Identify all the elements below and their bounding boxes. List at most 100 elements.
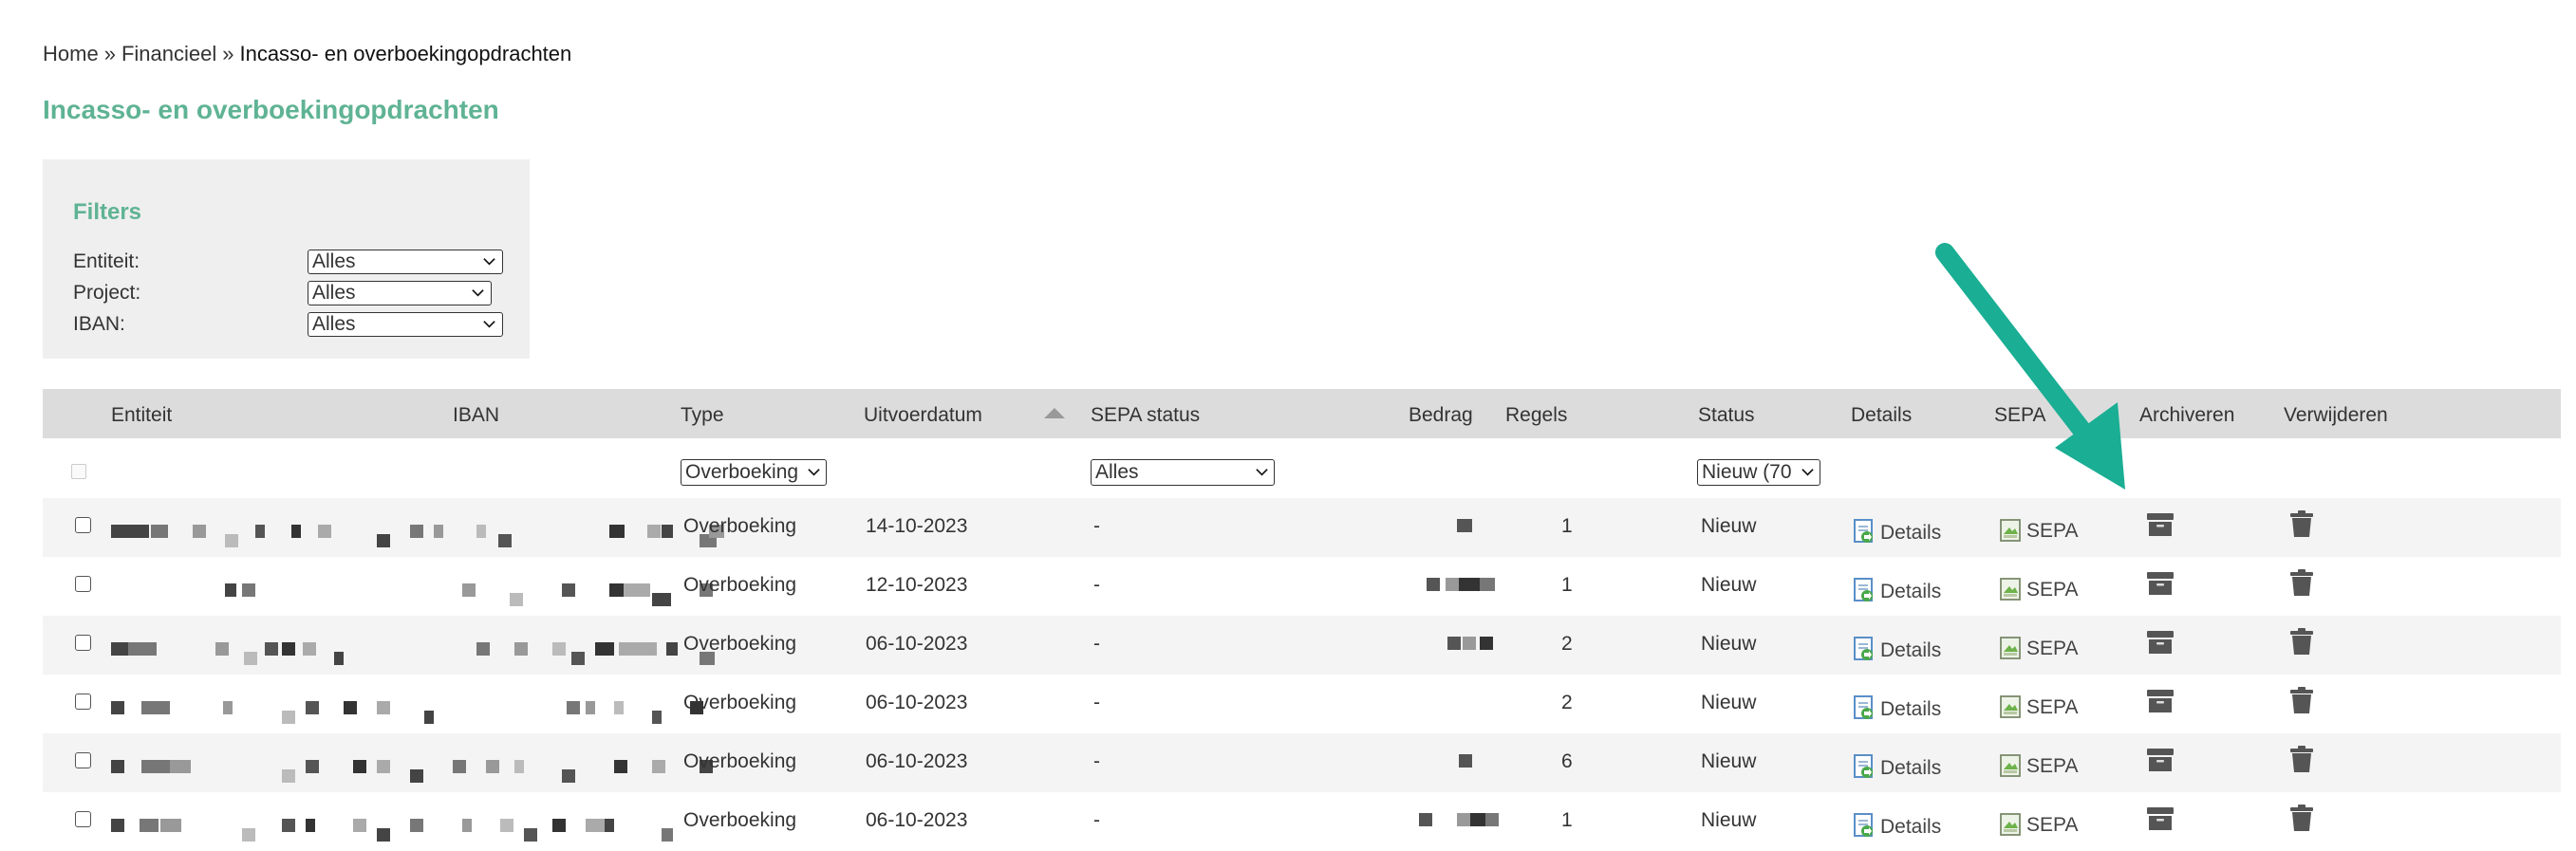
header-bedrag[interactable]: Bedrag	[1409, 404, 1473, 427]
filter-entiteit-select[interactable]: Alles	[308, 250, 503, 274]
archive-box-icon[interactable]	[2146, 688, 2175, 714]
sepa-link-label: SEPA	[2026, 696, 2079, 718]
redaction-block	[223, 701, 233, 714]
redaction-block	[111, 642, 130, 656]
trash-icon[interactable]	[2289, 745, 2314, 773]
details-link[interactable]: Details	[1854, 695, 1941, 721]
sepa-status-filter-select[interactable]: Alles	[1091, 459, 1275, 486]
redaction-block	[1480, 578, 1495, 591]
redaction-block	[434, 525, 443, 538]
redaction-block	[424, 711, 434, 724]
cell-type: Overboeking	[683, 574, 797, 596]
sort-asc-icon[interactable]	[1044, 408, 1065, 418]
details-link[interactable]: Details	[1854, 813, 1941, 839]
redaction-block	[666, 642, 678, 656]
cell-status: Nieuw	[1701, 633, 1757, 655]
details-link[interactable]: Details	[1854, 519, 1941, 545]
filters-panel: Filters Entiteit: Alles Project: Alles I…	[43, 159, 530, 359]
redaction-block	[586, 701, 595, 714]
trash-icon[interactable]	[2289, 686, 2314, 714]
details-link-label: Details	[1880, 639, 1942, 661]
redaction-block	[1459, 578, 1480, 591]
row-checkbox[interactable]	[75, 811, 91, 827]
cell-regels: 1	[1561, 574, 1573, 596]
row-checkbox[interactable]	[75, 694, 91, 710]
archive-box-icon[interactable]	[2146, 805, 2175, 832]
filter-iban-select[interactable]: Alles	[308, 312, 503, 337]
redaction-block	[128, 642, 157, 656]
archive-box-icon[interactable]	[2146, 570, 2175, 597]
cell-status: Nieuw	[1701, 809, 1757, 831]
status-filter-select[interactable]: Nieuw (70	[1697, 459, 1820, 486]
details-link-label: Details	[1880, 816, 1942, 838]
redacted-entity-iban	[102, 688, 703, 726]
row-checkbox[interactable]	[75, 635, 91, 651]
redaction-block	[303, 642, 316, 656]
redaction-block	[609, 583, 625, 597]
header-uitvoerdatum[interactable]: Uitvoerdatum	[864, 404, 982, 427]
header-regels[interactable]: Regels	[1505, 404, 1567, 427]
status-filter-value: Nieuw (70	[1702, 461, 1792, 483]
breadcrumb-financieel-link[interactable]: Financieel	[121, 42, 216, 65]
trash-icon[interactable]	[2289, 627, 2314, 656]
annotation-arrow	[1935, 243, 2125, 490]
redaction-block	[215, 642, 229, 656]
redaction-block	[255, 525, 265, 538]
type-filter-select[interactable]: Overboeking	[681, 459, 827, 486]
redaction-block	[160, 819, 181, 832]
sepa-document-icon	[2000, 813, 2021, 836]
cell-uitvoerdatum: 06-10-2023	[866, 692, 968, 713]
trash-icon[interactable]	[2289, 804, 2314, 832]
archive-box-icon[interactable]	[2146, 629, 2175, 656]
redaction-block	[462, 819, 472, 832]
sepa-link[interactable]: SEPA	[2000, 637, 2078, 660]
redaction-block	[140, 819, 159, 832]
cell-regels: 1	[1561, 809, 1573, 831]
redaction-block	[619, 642, 657, 656]
header-status[interactable]: Status	[1698, 404, 1755, 427]
cell-uitvoerdatum: 12-10-2023	[866, 574, 968, 596]
redaction-block	[562, 583, 575, 597]
header-sepa-status[interactable]: SEPA status	[1091, 404, 1200, 427]
trash-icon[interactable]	[2289, 568, 2314, 597]
header-archiveren: Archiveren	[2139, 404, 2235, 426]
sepa-link[interactable]: SEPA	[2000, 813, 2078, 837]
row-checkbox[interactable]	[75, 576, 91, 592]
row-checkbox[interactable]	[75, 752, 91, 768]
table-row: Overboeking 12-10-2023 - 1 Nieuw Details…	[43, 557, 2561, 616]
details-link[interactable]: Details	[1854, 637, 1941, 662]
cell-type: Overboeking	[683, 633, 797, 655]
sepa-link[interactable]: SEPA	[2000, 519, 2078, 543]
table-row: Overboeking 14-10-2023 - 1 Nieuw Details…	[43, 498, 2561, 557]
select-all-checkbox[interactable]	[71, 464, 86, 479]
row-checkbox[interactable]	[75, 517, 91, 533]
redaction-block	[410, 819, 423, 832]
cell-status: Nieuw	[1701, 515, 1757, 537]
sepa-link[interactable]: SEPA	[2000, 754, 2078, 778]
redaction-block	[1419, 813, 1432, 826]
breadcrumb-home-link[interactable]: Home	[43, 42, 99, 65]
redaction-block	[265, 642, 278, 656]
sepa-link[interactable]: SEPA	[2000, 578, 2078, 601]
document-edit-icon	[1854, 578, 1873, 601]
redaction-block	[652, 593, 671, 606]
header-iban[interactable]: IBAN	[453, 404, 499, 427]
details-link[interactable]: Details	[1854, 754, 1941, 780]
redaction-block	[609, 525, 625, 538]
redaction-block	[225, 534, 238, 547]
trash-icon[interactable]	[2289, 509, 2314, 538]
filters-title: Filters	[73, 199, 142, 225]
header-type[interactable]: Type	[681, 404, 724, 427]
sepa-link-label: SEPA	[2026, 520, 2079, 542]
cell-bedrag-redacted	[1409, 743, 1516, 781]
archive-box-icon[interactable]	[2146, 747, 2175, 773]
redaction-block	[605, 819, 614, 832]
redaction-block	[476, 525, 486, 538]
sepa-link[interactable]: SEPA	[2000, 695, 2078, 719]
redaction-block	[282, 819, 295, 832]
archive-box-icon[interactable]	[2146, 511, 2175, 538]
header-entiteit[interactable]: Entiteit	[111, 404, 172, 427]
filter-project-select[interactable]: Alles	[308, 281, 492, 305]
details-link[interactable]: Details	[1854, 578, 1941, 603]
cell-sepa-status: -	[1093, 809, 1100, 831]
